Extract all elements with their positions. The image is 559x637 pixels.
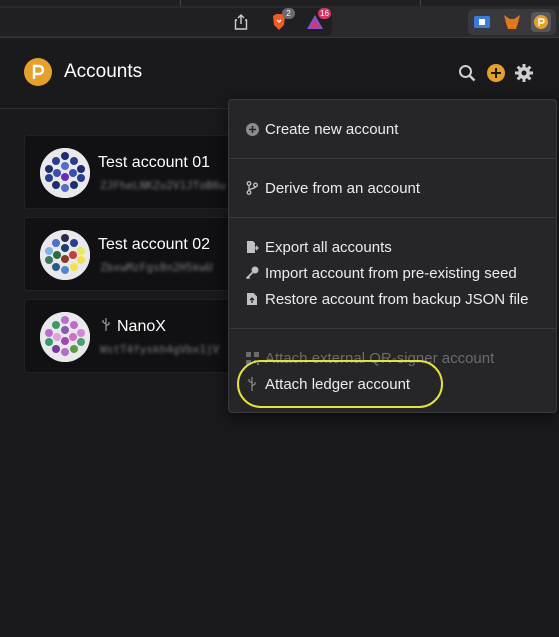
menu-divider [229,328,556,329]
add-account-button[interactable] [486,63,506,83]
menu-item-label: Restore account from backup JSON file [265,290,529,308]
polkadot-extension-icon[interactable] [531,12,551,32]
account-identicon [40,312,90,362]
translate-extension-icon[interactable] [472,12,492,32]
account-address: ZJFheLNKZu2V1JToB6u [100,179,226,192]
brave-rewards-badge: 16 [318,8,331,19]
menu-item-label: Create new account [265,120,399,138]
account-name: Test account 02 [98,236,211,253]
page-title: Accounts [64,61,143,82]
highlight-annotation [237,360,443,408]
search-icon[interactable] [457,63,477,83]
branch-icon [245,181,259,195]
key-icon [245,266,259,280]
plus-circle-icon [245,122,259,136]
file-export-icon [245,240,259,254]
extensions-group [468,9,556,35]
menu-item-import-seed[interactable]: Import account from pre-existing seed [245,262,517,284]
menu-item-create-account[interactable]: Create new account [245,118,398,140]
brave-shields-icon[interactable]: 2 [269,8,295,32]
gear-icon[interactable] [514,63,534,83]
menu-item-restore-json[interactable]: Restore account from backup JSON file [245,288,528,310]
account-address: WstT4fyskh4gVbx1jV [100,343,220,356]
menu-item-label: Derive from an account [265,179,421,197]
account-name: Test account 01 [98,154,211,171]
file-upload-icon [245,292,259,306]
tab-separator [180,0,181,6]
tab-separator [420,0,421,6]
account-name-row: NanoX [101,318,166,336]
account-identicon [40,148,90,198]
usb-icon [101,318,111,334]
brave-shields-badge: 2 [282,8,295,19]
tab-strip [0,0,559,6]
menu-item-derive-account[interactable]: Derive from an account [245,177,420,199]
menu-item-label: Import account from pre-existing seed [265,264,517,282]
menu-item-export-all[interactable]: Export all accounts [245,236,392,258]
account-address: ZbxwMzFgs8n2H5kwU [100,261,213,274]
account-name: NanoX [117,318,166,335]
share-icon[interactable] [231,12,251,32]
brave-rewards-icon[interactable]: 16 [305,8,331,32]
menu-divider [229,158,556,159]
metamask-fox-icon[interactable] [502,12,522,32]
menu-item-label: Export all accounts [265,238,392,256]
browser-toolbar: 2 16 [0,0,559,38]
menu-divider [229,217,556,218]
account-identicon [40,230,90,280]
polkadot-logo-icon [24,58,52,86]
